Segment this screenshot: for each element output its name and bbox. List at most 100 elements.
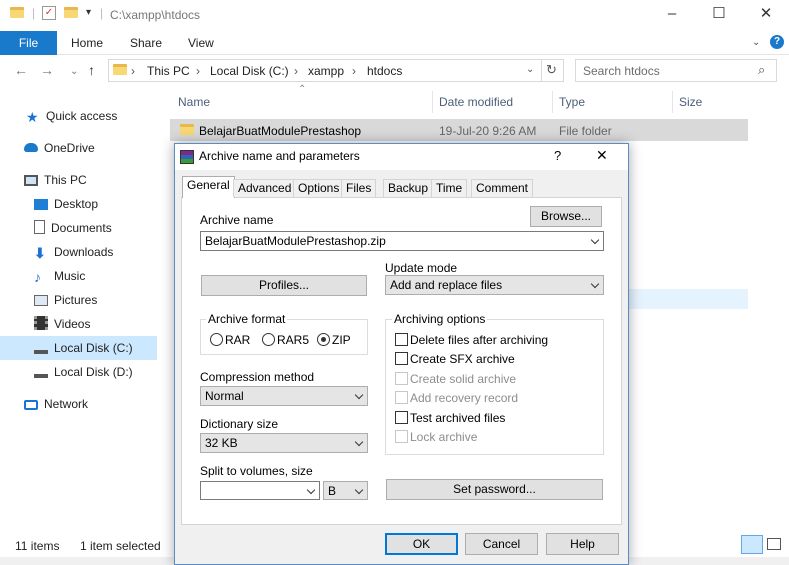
sidebar-item-quick-access[interactable]: ★ Quick access xyxy=(26,106,117,126)
sidebar-item-local-disk-d[interactable]: Local Disk (D:) xyxy=(34,362,133,382)
details-view-icon[interactable] xyxy=(741,535,763,554)
split-volumes-label: Split to volumes, size xyxy=(200,464,313,478)
sidebar-item-onedrive[interactable]: OneDrive xyxy=(24,138,95,158)
column-header-name[interactable]: Name xyxy=(178,95,210,109)
checkbox-test-archived[interactable] xyxy=(395,411,408,424)
checkbox-recovery-record xyxy=(395,391,408,404)
tab-file[interactable]: File xyxy=(0,31,57,55)
help-icon[interactable]: ? xyxy=(770,35,784,49)
recent-locations-icon[interactable]: ⌄ xyxy=(70,66,78,77)
minimize-button[interactable]: – xyxy=(661,5,683,23)
tab-time[interactable]: Time xyxy=(431,179,468,197)
radio-zip[interactable] xyxy=(317,333,330,346)
dialog-help-button[interactable]: ? xyxy=(554,148,561,163)
tab-backup[interactable]: Backup xyxy=(383,179,434,197)
pictures-icon xyxy=(34,295,48,306)
compression-method-label: Compression method xyxy=(200,370,315,384)
radio-rar-label: RAR xyxy=(225,333,251,347)
dialog-close-button[interactable]: ✕ xyxy=(596,147,608,164)
lock-archive-label: Lock archive xyxy=(410,430,478,444)
address-dropdown-icon[interactable]: ⌄ xyxy=(526,64,534,75)
sidebar-item-this-pc[interactable]: This PC xyxy=(24,170,87,190)
cancel-button[interactable]: Cancel xyxy=(465,533,538,555)
help-button[interactable]: Help xyxy=(546,533,619,555)
tab-files[interactable]: Files xyxy=(341,179,377,197)
file-date: 19-Jul-20 9:26 AM xyxy=(439,124,537,138)
radio-rar5[interactable] xyxy=(262,333,275,346)
status-item-count: 11 items xyxy=(15,539,60,553)
network-icon xyxy=(24,400,38,410)
chevron-right-icon: › xyxy=(352,64,356,78)
music-icon: ♪ xyxy=(34,269,41,285)
update-mode-label: Update mode xyxy=(385,261,458,275)
chevron-down-icon xyxy=(354,437,364,447)
chevron-down-icon xyxy=(306,485,316,495)
tab-options[interactable]: Options xyxy=(293,179,345,197)
recovery-record-label: Add recovery record xyxy=(410,391,519,405)
chevron-down-icon xyxy=(590,235,600,245)
radio-rar5-label: RAR5 xyxy=(277,333,310,347)
checkbox-lock-archive xyxy=(395,430,408,443)
chevron-down-icon xyxy=(354,485,364,495)
folder-icon xyxy=(113,64,127,75)
expand-ribbon-icon[interactable]: ⌄ xyxy=(752,37,760,48)
browse-button[interactable]: Browse... xyxy=(530,206,602,227)
radio-rar[interactable] xyxy=(210,333,223,346)
tab-general[interactable]: General xyxy=(182,176,235,198)
up-icon[interactable]: ↑ xyxy=(88,62,95,78)
breadcrumb-this-pc[interactable]: This PC xyxy=(147,64,190,78)
dialog-title: Archive name and parameters xyxy=(199,149,360,163)
computer-icon xyxy=(24,175,38,186)
sidebar-item-pictures[interactable]: Pictures xyxy=(34,290,97,310)
search-placeholder: Search htdocs xyxy=(583,64,660,78)
archive-name-input[interactable]: BelajarBuatModulePrestashop.zip xyxy=(200,231,604,251)
winrar-icon xyxy=(180,150,194,164)
tab-comment[interactable]: Comment xyxy=(471,179,534,197)
sidebar-item-desktop[interactable]: Desktop xyxy=(34,194,98,214)
refresh-icon[interactable]: ↻ xyxy=(546,62,557,78)
chevron-right-icon: › xyxy=(131,64,135,78)
sidebar-item-videos[interactable]: Videos xyxy=(34,314,90,334)
back-icon[interactable]: ← xyxy=(14,62,28,78)
set-password-button[interactable]: Set password... xyxy=(386,479,603,500)
breadcrumb-local-disk[interactable]: Local Disk (C:) xyxy=(210,64,289,78)
breadcrumb-xampp[interactable]: xampp xyxy=(308,64,344,78)
breadcrumb-htdocs[interactable]: htdocs xyxy=(367,64,402,78)
checkbox-create-sfx[interactable] xyxy=(395,352,408,365)
large-icons-view-icon[interactable] xyxy=(767,538,781,550)
tab-advanced[interactable]: Advanced xyxy=(233,179,297,197)
tab-share[interactable]: Share xyxy=(130,36,162,50)
column-header-type[interactable]: Type xyxy=(559,95,585,109)
column-header-date-modified[interactable]: Date modified xyxy=(439,95,513,109)
sidebar-item-local-disk-c[interactable]: Local Disk (C:) xyxy=(34,338,133,358)
separator: | xyxy=(32,6,36,20)
chevron-down-icon xyxy=(590,279,600,289)
sidebar-item-music[interactable]: ♪ Music xyxy=(34,266,85,286)
delete-files-label: Delete files after archiving xyxy=(410,333,549,347)
ok-button[interactable]: OK xyxy=(385,533,458,555)
dictionary-size-select[interactable]: 32 KB xyxy=(200,433,368,453)
checkbox-create-solid xyxy=(395,372,408,385)
tab-view[interactable]: View xyxy=(188,36,214,50)
compression-method-select[interactable]: Normal xyxy=(200,386,368,406)
new-folder-icon[interactable] xyxy=(64,7,78,18)
tab-home[interactable]: Home xyxy=(71,36,103,50)
forward-icon[interactable]: → xyxy=(40,62,54,78)
sidebar-item-network[interactable]: Network xyxy=(24,394,88,414)
download-icon: ⬇ xyxy=(34,245,46,261)
customize-toolbar-icon[interactable]: ▾ xyxy=(86,7,91,18)
maximize-button[interactable]: ☐ xyxy=(708,5,730,23)
archiving-options-label: Archiving options xyxy=(392,312,488,326)
checkbox-delete-files[interactable] xyxy=(395,333,408,346)
split-unit-select[interactable]: B xyxy=(323,481,368,500)
sidebar-item-documents[interactable]: Documents xyxy=(34,218,112,238)
sidebar-item-downloads[interactable]: ⬇ Downloads xyxy=(34,242,113,262)
profiles-button[interactable]: Profiles... xyxy=(201,275,367,296)
close-button[interactable]: ✕ xyxy=(755,5,777,23)
update-mode-select[interactable]: Add and replace files xyxy=(385,275,604,295)
properties-icon[interactable]: ✓ xyxy=(42,6,56,20)
dictionary-size-label: Dictionary size xyxy=(200,417,279,431)
column-header-size[interactable]: Size xyxy=(679,95,702,109)
split-volumes-input[interactable] xyxy=(200,481,320,500)
archive-format-label: Archive format xyxy=(206,312,288,326)
